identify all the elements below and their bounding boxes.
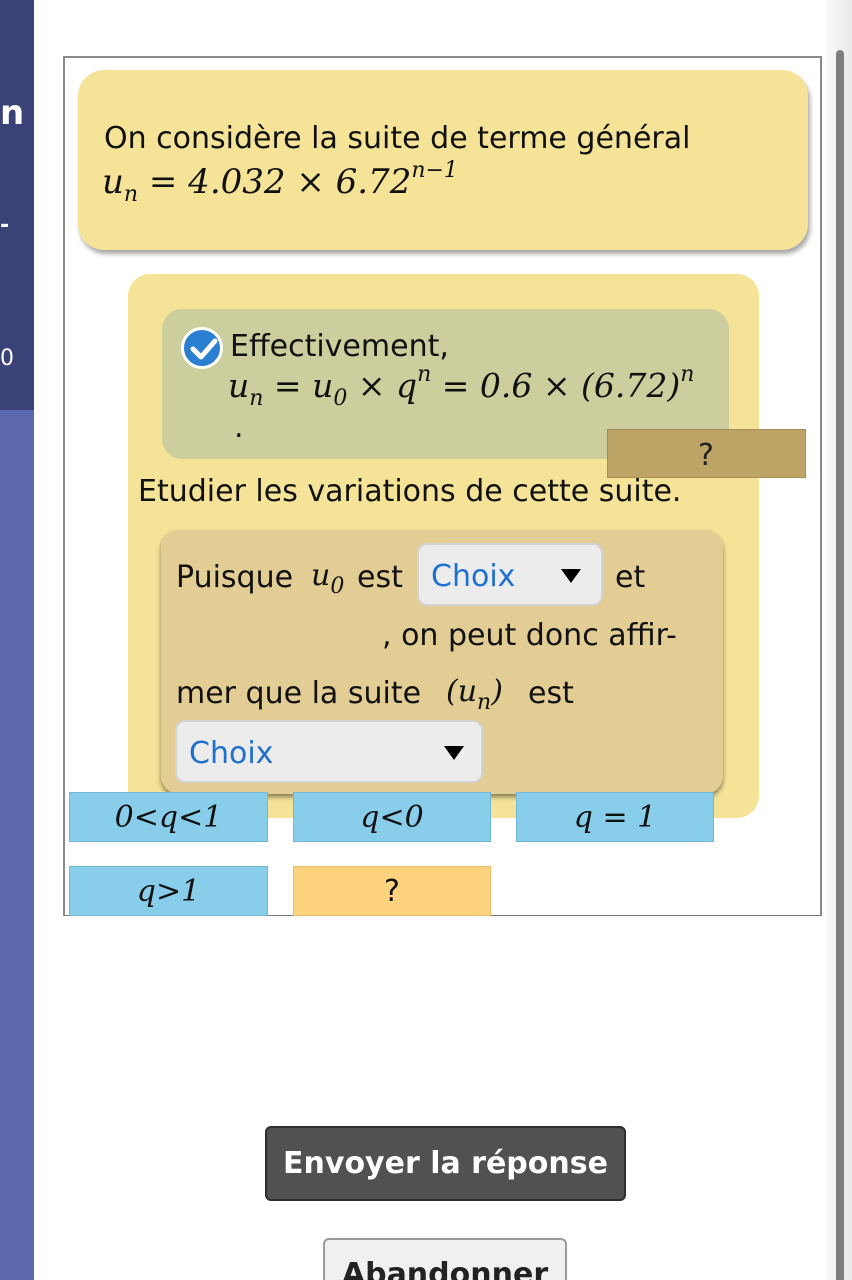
statement-text: On considère la suite de terme général xyxy=(104,121,691,156)
choice-label: 0<q<1 xyxy=(114,800,223,835)
choice-tile[interactable]: q>1 xyxy=(69,866,268,916)
feedback-title: Effectivement, xyxy=(230,329,449,364)
formula-term: u xyxy=(228,366,250,405)
answer-text: est xyxy=(357,560,403,595)
answer-text: Puisque xyxy=(176,560,294,595)
formula-term: = 0.6 × (6.72) xyxy=(431,366,681,405)
variation-select[interactable]: Choix xyxy=(175,720,483,783)
choice-tile[interactable]: q<0 xyxy=(293,792,491,842)
formula-term: ) xyxy=(491,674,503,709)
sequence-notation: (un) xyxy=(446,674,503,715)
feedback-period: . xyxy=(234,410,244,445)
formula-term: u xyxy=(102,162,124,202)
feedback-formula: un = u0 × qn = 0.6 × (6.72)n xyxy=(228,362,694,411)
choice-label: q>1 xyxy=(136,874,201,909)
choice-label: q = 1 xyxy=(573,800,657,835)
formula-exponent: n xyxy=(417,362,432,387)
abandon-button[interactable]: Abandonner xyxy=(323,1238,567,1280)
sidebar-fragment: n xyxy=(0,93,25,133)
formula-subscript: 0 xyxy=(330,574,345,599)
answer-text: , on peut donc affir- xyxy=(382,618,677,653)
choice-label: ? xyxy=(384,874,400,909)
formula-term: × q xyxy=(347,366,418,405)
help-button[interactable]: ? xyxy=(607,429,806,478)
check-icon xyxy=(181,327,223,369)
scrollbar[interactable] xyxy=(836,50,844,1280)
formula-term: = 4.032 × 6.72 xyxy=(138,162,412,202)
select-value: Choix xyxy=(189,736,274,771)
sign-select[interactable]: Choix xyxy=(417,543,603,606)
statement-formula: un = 4.032 × 6.72n−1 xyxy=(102,158,458,207)
choice-tile[interactable]: q = 1 xyxy=(516,792,714,842)
select-value: Choix xyxy=(431,559,516,594)
formula-subscript: 0 xyxy=(333,386,348,411)
answer-text: mer que la suite xyxy=(176,676,422,711)
formula-subscript: n xyxy=(123,182,139,207)
formula-term: (u xyxy=(446,674,478,709)
question-text: Etudier les variations de cette suite. xyxy=(138,474,682,509)
formula-subscript: n xyxy=(249,386,264,411)
answer-text: et xyxy=(615,560,646,595)
sidebar-fragment: 0 xyxy=(0,346,14,371)
formula-exponent: n xyxy=(680,362,695,387)
formula-term: = u xyxy=(263,366,334,405)
chevron-down-icon xyxy=(444,746,464,760)
choice-help-tile[interactable]: ? xyxy=(293,866,491,916)
formula-exponent: n−1 xyxy=(411,158,458,183)
formula-subscript: n xyxy=(477,690,492,715)
formula-term: u xyxy=(311,558,331,593)
choice-label: q<0 xyxy=(360,800,424,835)
help-label: ? xyxy=(698,438,714,473)
answer-math: u0 xyxy=(311,558,344,599)
answer-text: est xyxy=(528,676,574,711)
chevron-down-icon xyxy=(561,569,581,583)
choice-tile[interactable]: 0<q<1 xyxy=(69,792,268,842)
submit-button[interactable]: Envoyer la réponse xyxy=(265,1126,626,1201)
sidebar-fragment: - xyxy=(0,213,10,238)
